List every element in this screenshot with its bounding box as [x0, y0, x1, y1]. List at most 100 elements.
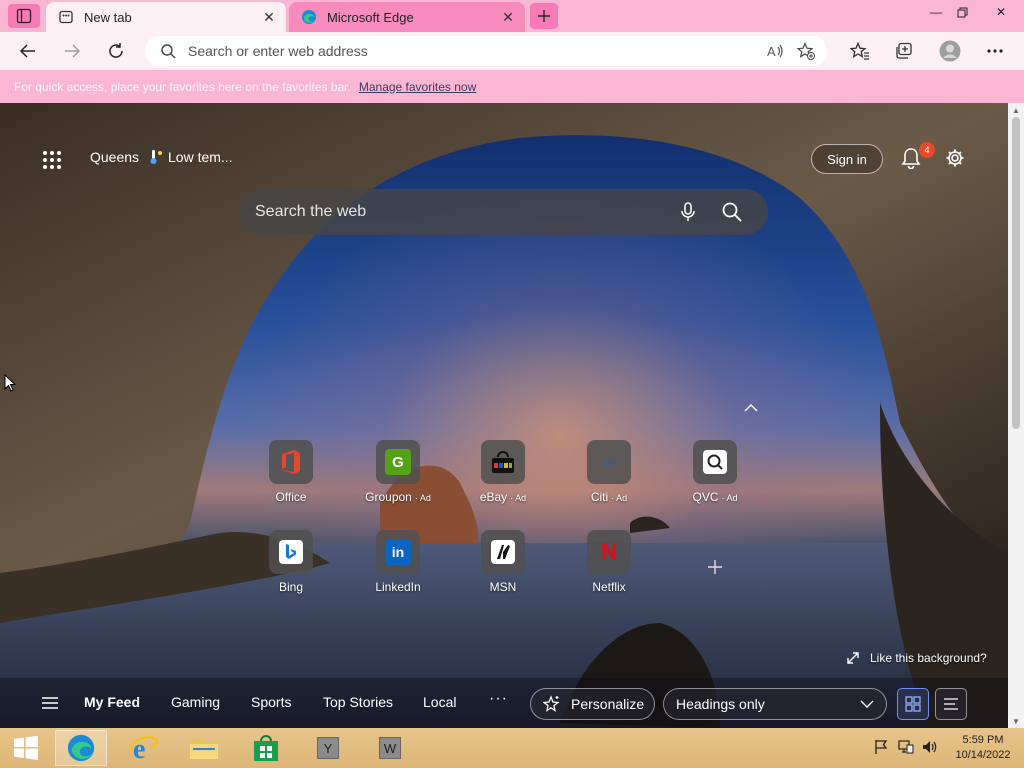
- feed-tab-local[interactable]: Local: [423, 694, 456, 710]
- arrow-right-icon: [65, 44, 81, 58]
- windows-logo-icon: [14, 735, 38, 760]
- address-input[interactable]: [188, 43, 761, 59]
- add-favorite-icon[interactable]: [791, 36, 821, 66]
- view-mode-select[interactable]: Headings only: [663, 688, 887, 720]
- view-mode-value: Headings only: [676, 696, 765, 712]
- feed-tab-sports[interactable]: Sports: [251, 694, 291, 710]
- tab-microsoft-edge[interactable]: Microsoft Edge ✕: [289, 2, 525, 32]
- web-search-input[interactable]: [255, 203, 666, 221]
- notification-badge: 4: [919, 142, 935, 158]
- feed-tab-top-stories[interactable]: Top Stories: [323, 694, 393, 710]
- scroll-down-arrow[interactable]: ▼: [1008, 714, 1024, 728]
- grid-view-button[interactable]: [897, 688, 929, 720]
- tab-actions-button[interactable]: [8, 4, 40, 28]
- bing-icon: [269, 530, 313, 574]
- taskbar-app-w[interactable]: W: [364, 730, 416, 766]
- scroll-up-arrow[interactable]: ▲: [1008, 103, 1024, 117]
- close-tab-icon[interactable]: ✕: [497, 6, 519, 28]
- tile-label: Netflix: [592, 580, 626, 594]
- ebay-icon: [481, 440, 525, 484]
- quick-link-bing[interactable]: Bing: [246, 530, 336, 610]
- favorites-bar: For quick access, place your favorites h…: [0, 70, 1024, 103]
- taskbar-edge[interactable]: [55, 730, 107, 766]
- quick-link-msn[interactable]: MSN: [458, 530, 548, 610]
- profile-button[interactable]: [934, 35, 966, 67]
- plus-icon: [538, 10, 550, 22]
- close-tab-icon[interactable]: ✕: [258, 6, 280, 28]
- feed-tab-my-feed[interactable]: My Feed: [84, 694, 140, 710]
- weather-icon: [150, 150, 162, 164]
- network-icon[interactable]: [897, 738, 915, 756]
- office-icon: [269, 440, 313, 484]
- collapse-tiles-button[interactable]: [742, 401, 760, 415]
- favorites-button[interactable]: [844, 35, 876, 67]
- feed-menu-button[interactable]: [38, 691, 62, 715]
- app-w-icon: W: [379, 737, 401, 759]
- linkedin-icon: in: [376, 530, 420, 574]
- more-horizontal-icon: [987, 49, 1003, 53]
- quick-link-ebay[interactable]: eBay · Ad: [458, 440, 548, 520]
- new-tab-icon: [58, 9, 74, 25]
- like-background-link[interactable]: Like this background?: [846, 651, 987, 665]
- list-view-button[interactable]: [935, 688, 967, 720]
- taskbar-file-explorer[interactable]: [178, 730, 230, 766]
- chevron-up-icon: [744, 404, 758, 412]
- bell-icon: [901, 148, 921, 169]
- action-center-flag-icon[interactable]: [872, 738, 890, 756]
- taskbar-store[interactable]: [240, 730, 292, 766]
- sign-in-button[interactable]: Sign in: [811, 144, 883, 174]
- address-bar[interactable]: A: [145, 36, 827, 66]
- refresh-button[interactable]: [100, 35, 132, 67]
- internet-explorer-icon: e: [130, 734, 159, 763]
- manage-favorites-link[interactable]: Manage favorites now: [359, 80, 476, 94]
- arrow-left-icon: [19, 44, 35, 58]
- search-icon[interactable]: [710, 190, 754, 234]
- sparkle-icon: [543, 695, 560, 712]
- location-label[interactable]: Queens: [90, 149, 139, 165]
- personalize-label: Personalize: [571, 696, 645, 712]
- close-window-button[interactable]: ✕: [984, 0, 1018, 24]
- apps-launcher-button[interactable]: [38, 146, 66, 174]
- quick-link-linkedin[interactable]: in LinkedIn: [353, 530, 443, 610]
- quick-link-qvc[interactable]: QVC · Ad: [670, 440, 760, 520]
- search-icon: [161, 43, 176, 59]
- tile-label: QVC · Ad: [692, 490, 738, 504]
- microphone-icon[interactable]: [666, 190, 710, 234]
- citi-icon: citi: [587, 440, 631, 484]
- tab-strip: New tab ✕ Microsoft Edge ✕ — ✕: [0, 0, 1024, 32]
- taskbar-internet-explorer[interactable]: e: [118, 730, 170, 766]
- weather-widget[interactable]: Low tem...: [148, 149, 233, 165]
- taskbar-app-y[interactable]: Y: [302, 730, 354, 766]
- taskbar-clock[interactable]: 5:59 PM 10/14/2022: [950, 733, 1016, 763]
- page-settings-button[interactable]: [942, 145, 968, 171]
- restore-button[interactable]: [945, 0, 979, 24]
- collections-button[interactable]: [888, 35, 920, 67]
- tile-label: Groupon · Ad: [365, 490, 431, 504]
- tile-label: MSN: [489, 580, 517, 594]
- read-aloud-icon[interactable]: A: [761, 36, 791, 66]
- feed-more-button[interactable]: ···: [489, 690, 508, 708]
- forward-button[interactable]: [56, 35, 88, 67]
- start-button[interactable]: [0, 730, 52, 766]
- quick-link-groupon[interactable]: G Groupon · Ad: [353, 440, 443, 520]
- quick-link-office[interactable]: Office: [246, 440, 336, 520]
- tab-title: New tab: [84, 9, 132, 25]
- add-quick-link-button[interactable]: [700, 552, 730, 582]
- quick-link-netflix[interactable]: N Netflix: [564, 530, 654, 610]
- back-button[interactable]: [12, 35, 44, 67]
- web-search-box[interactable]: [240, 189, 768, 235]
- page-scrollbar[interactable]: ▲ ▼: [1008, 103, 1024, 728]
- personalize-button[interactable]: Personalize: [530, 688, 655, 720]
- expand-icon: [847, 652, 859, 664]
- netflix-icon: N: [587, 530, 631, 574]
- feed-tab-gaming[interactable]: Gaming: [171, 694, 220, 710]
- scrollbar-thumb[interactable]: [1012, 117, 1020, 429]
- volume-icon[interactable]: [921, 738, 939, 756]
- tile-label: Citi · Ad: [590, 490, 628, 504]
- collections-icon: [896, 42, 912, 59]
- grid-icon: [905, 696, 921, 712]
- quick-link-citi[interactable]: citi Citi · Ad: [564, 440, 654, 520]
- settings-more-button[interactable]: [979, 35, 1011, 67]
- new-tab-button[interactable]: [530, 3, 558, 29]
- tab-new-tab[interactable]: New tab ✕: [46, 2, 286, 32]
